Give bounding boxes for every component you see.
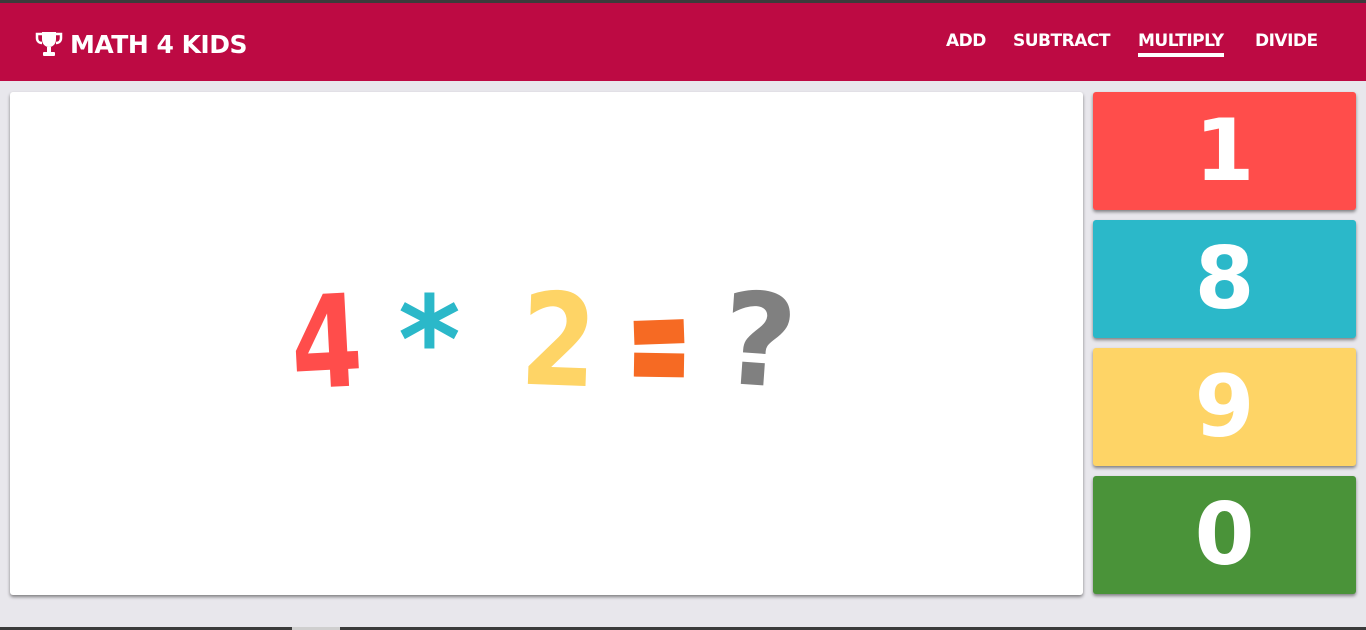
- nav-subtract[interactable]: SUBTRACT: [1013, 31, 1110, 53]
- operator-symbol: *: [398, 272, 461, 411]
- nav-multiply[interactable]: MULTIPLY: [1138, 31, 1224, 57]
- answer-option-2[interactable]: 8: [1093, 220, 1356, 338]
- answer-option-4[interactable]: 0: [1093, 476, 1356, 594]
- operand-b: 2: [518, 265, 599, 418]
- trophy-icon: [35, 32, 63, 56]
- equals-sign: [633, 319, 685, 378]
- answer-option-3[interactable]: 9: [1093, 348, 1356, 466]
- unknown-result: ?: [716, 264, 802, 419]
- equals-bar-bottom: [633, 352, 685, 378]
- brand-title: MATH 4 KIDS: [70, 29, 248, 59]
- operand-a: 4: [287, 267, 366, 420]
- brand-logo[interactable]: MATH 4 KIDS: [34, 27, 248, 61]
- nav-add[interactable]: ADD: [946, 31, 986, 53]
- nav-divide[interactable]: DIVIDE: [1255, 31, 1318, 53]
- question-card: 4 * 2 ?: [10, 92, 1083, 595]
- equals-bar-top: [633, 319, 685, 345]
- main-nav: ADD SUBTRACT MULTIPLY DIVIDE: [940, 31, 1330, 61]
- navbar: MATH 4 KIDS ADD SUBTRACT MULTIPLY DIVIDE: [0, 3, 1366, 81]
- answer-option-1[interactable]: 1: [1093, 92, 1356, 210]
